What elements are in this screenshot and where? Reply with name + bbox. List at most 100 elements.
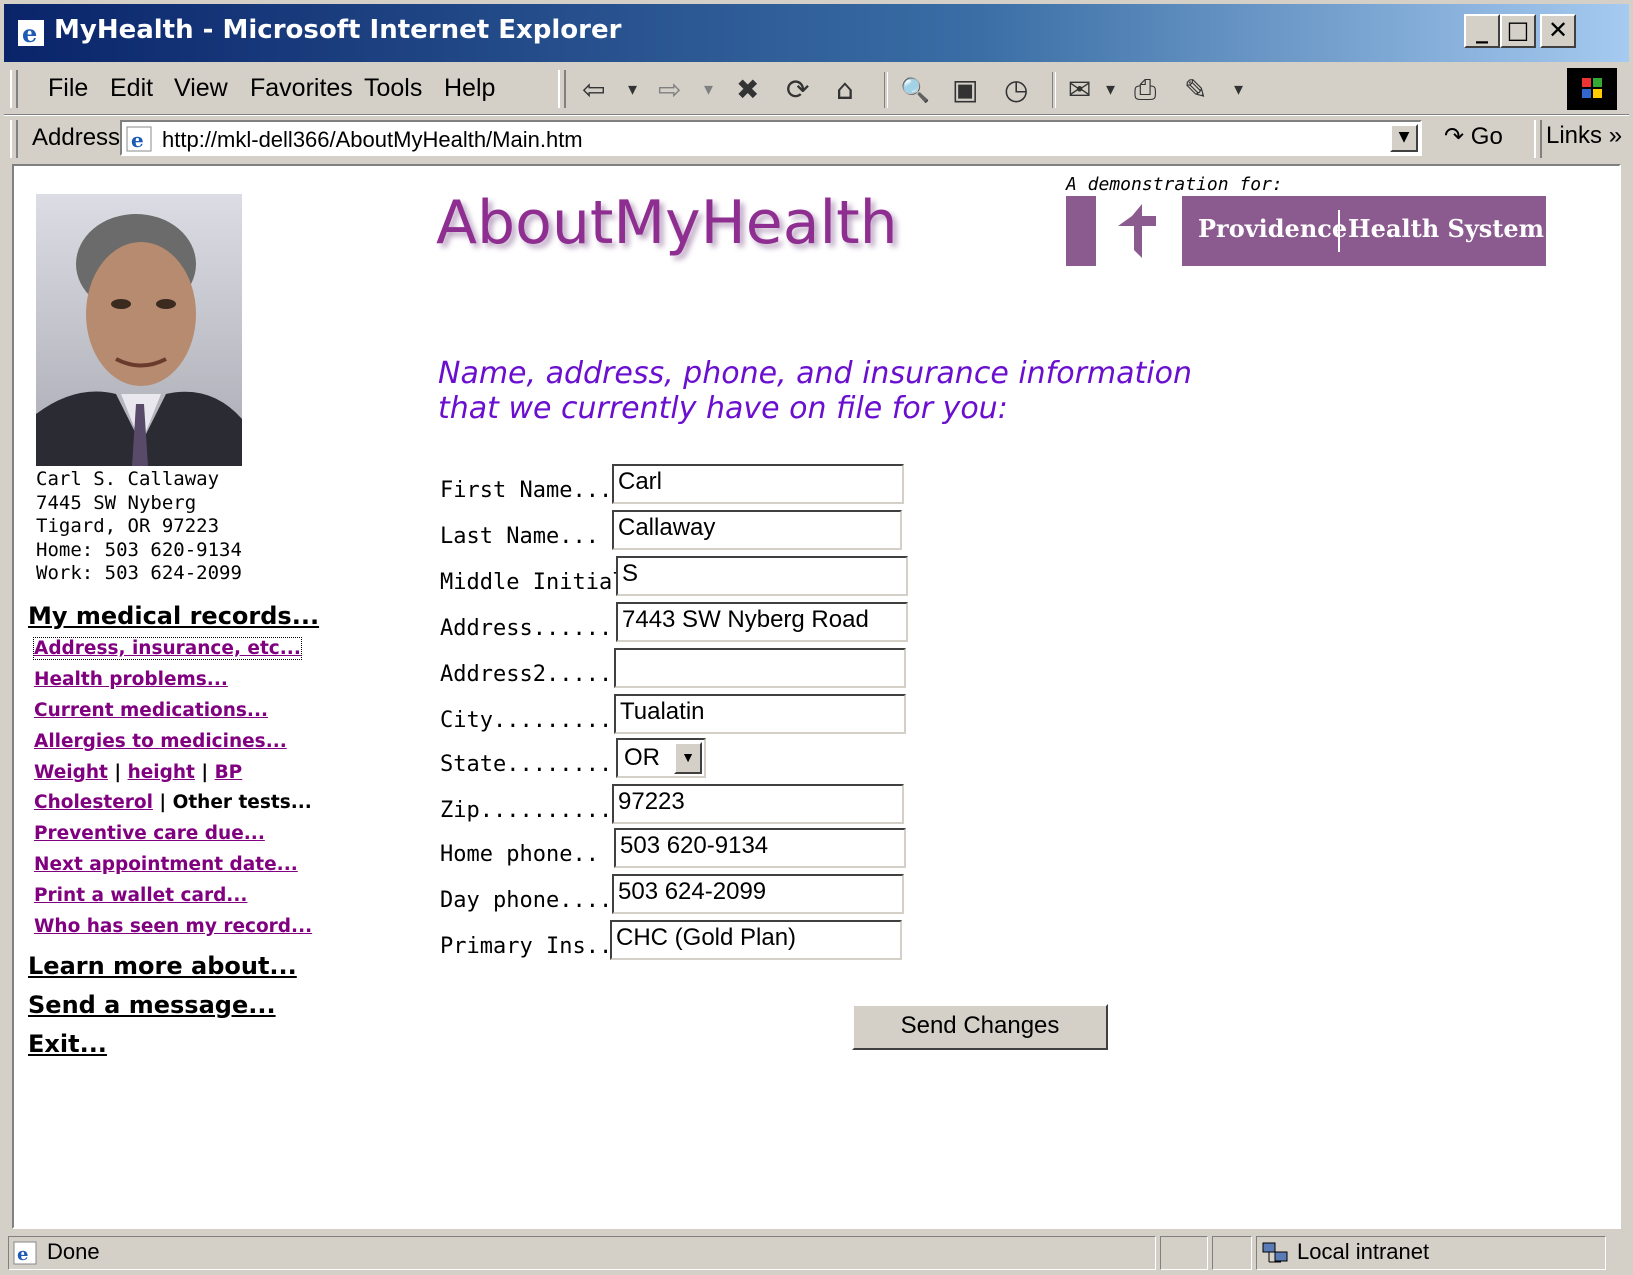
go-arrow-icon: ↷ — [1444, 123, 1465, 150]
page-done-icon: e — [13, 1241, 37, 1265]
status-pane-blank — [1212, 1236, 1252, 1270]
window-title: MyHealth - Microsoft Internet Explorer — [54, 15, 622, 45]
address2-field[interactable] — [614, 648, 906, 688]
maximize-button[interactable]: □ — [1500, 14, 1536, 48]
mail-dropdown-icon[interactable]: ▾ — [1106, 74, 1115, 106]
org-logo-divider — [1338, 210, 1340, 252]
toolbar-separator — [1052, 72, 1056, 108]
favorites-icon[interactable]: ▣ — [952, 74, 978, 106]
status-pane-blank — [1160, 1236, 1208, 1270]
nav-allergies[interactable]: Allergies to medicines... — [34, 731, 287, 752]
zip-field[interactable]: 97223 — [612, 784, 904, 824]
mail-icon[interactable]: ✉ — [1068, 74, 1091, 106]
nav-vitals-row: Weight | height | BP — [34, 762, 242, 783]
nav-weight[interactable]: Weight — [34, 762, 108, 783]
go-button[interactable]: ↷ Go — [1444, 122, 1503, 151]
address-grip[interactable] — [10, 120, 18, 158]
address2-label: Address2..... — [440, 662, 613, 687]
primary-ins-label: Primary Ins... — [440, 934, 626, 959]
patient-info: Carl S. Callaway 7445 SW Nyberg Tigard, OR… — [36, 468, 242, 586]
windows-logo-icon — [1567, 68, 1617, 110]
edit-icon[interactable]: ✎ — [1184, 74, 1207, 106]
nav-other-tests[interactable]: Other tests... — [173, 792, 312, 813]
org-logo: Providence Health System — [1182, 196, 1546, 266]
nav-height[interactable]: height — [128, 762, 195, 783]
patient-street: 7445 SW Nyberg — [36, 491, 197, 514]
back-dropdown-icon[interactable]: ▾ — [628, 74, 637, 106]
nav-bp[interactable]: BP — [215, 762, 243, 783]
nav-print-wallet-card[interactable]: Print a wallet card... — [34, 885, 247, 906]
nav-send-message[interactable]: Send a message... — [28, 991, 276, 1019]
menu-view[interactable]: View — [174, 74, 228, 103]
nav-learn-more[interactable]: Learn more about... — [28, 952, 297, 980]
menu-edit[interactable]: Edit — [110, 74, 153, 103]
nav-pipe: | — [201, 762, 209, 783]
nav-exit[interactable]: Exit... — [28, 1030, 107, 1058]
status-text: Done — [47, 1239, 100, 1264]
day-phone-label: Day phone.... — [440, 888, 613, 913]
day-phone-field[interactable]: 503 624-2099 — [612, 874, 904, 914]
stop-icon[interactable]: ✖ — [736, 74, 759, 106]
toolbar-grip[interactable] — [558, 70, 566, 108]
menu-favorites[interactable]: Favorites — [250, 74, 353, 103]
address-field[interactable]: 7443 SW Nyberg Road — [616, 602, 908, 642]
minimize-button[interactable]: _ — [1464, 14, 1500, 48]
patient-work-phone: Work: 503 624-2099 — [36, 562, 242, 584]
nav-who-has-seen[interactable]: Who has seen my record... — [34, 916, 312, 937]
nav-health-problems[interactable]: Health problems... — [34, 669, 228, 690]
svg-text:e: e — [22, 19, 37, 48]
first-name-field[interactable]: Carl — [612, 464, 904, 504]
page-content: Carl S. Callaway 7445 SW Nyberg Tigard, OR… — [12, 164, 1621, 1229]
state-label: State.......... — [440, 752, 639, 777]
patient-home-phone: Home: 503 620-9134 — [36, 538, 242, 561]
menu-file[interactable]: File — [48, 74, 88, 103]
menu-tools[interactable]: Tools — [364, 74, 422, 103]
menu-help[interactable]: Help — [444, 74, 495, 103]
print-icon[interactable]: ⎙ — [1134, 74, 1156, 106]
primary-ins-field[interactable]: CHC (Gold Plan) — [610, 920, 902, 960]
first-name-label: First Name... — [440, 478, 613, 503]
refresh-icon[interactable]: ⟳ — [786, 74, 809, 106]
search-icon[interactable]: 🔍 — [900, 74, 930, 106]
nav-address-insurance[interactable]: Address, insurance, etc... — [33, 637, 302, 660]
nav-next-appointment[interactable]: Next appointment date... — [34, 854, 298, 875]
site-logo-title: AboutMyHealth — [436, 188, 898, 258]
forward-dropdown-icon[interactable]: ▾ — [704, 74, 713, 106]
nav-my-medical-records[interactable]: My medical records... — [28, 602, 319, 630]
forward-icon[interactable]: ⇨ — [658, 74, 681, 106]
address-url: http://mkl-dell366/AboutMyHealth/Main.ht… — [162, 127, 583, 152]
nav-cholesterol[interactable]: Cholesterol — [34, 792, 153, 813]
form-heading-line2: that we currently have on file for you: — [438, 391, 1008, 426]
edit-dropdown-icon[interactable]: ▾ — [1234, 74, 1243, 106]
status-zone-pane: Local intranet — [1256, 1236, 1606, 1270]
home-icon[interactable]: ⌂ — [836, 74, 854, 106]
org-name-part2: Health System — [1348, 214, 1545, 243]
org-logo-bar — [1066, 196, 1096, 266]
address-dropdown-icon[interactable]: ▼ — [1390, 124, 1418, 152]
demo-label: A demonstration for: — [1066, 174, 1283, 195]
menu-grip[interactable] — [10, 70, 18, 108]
state-dropdown-icon[interactable]: ▼ — [674, 742, 702, 774]
title-bar: e MyHealth - Microsoft Internet Explorer… — [4, 4, 1629, 62]
form-heading: Name, address, phone, and insurance info… — [438, 356, 1192, 426]
home-phone-label: Home phone.. — [440, 842, 599, 867]
home-phone-field[interactable]: 503 620-9134 — [614, 828, 906, 868]
send-changes-button[interactable]: Send Changes — [852, 1004, 1108, 1050]
status-main-pane: e Done — [8, 1236, 1156, 1270]
address-label: Address — [32, 124, 121, 151]
nav-tests-row: Cholesterol | Other tests... — [34, 792, 312, 813]
middle-initial-field[interactable]: S — [616, 556, 908, 596]
address-input[interactable]: e http://mkl-dell366/AboutMyHealth/Main.… — [120, 120, 1422, 156]
patient-name: Carl S. Callaway — [36, 468, 220, 490]
history-icon[interactable]: ◷ — [1004, 74, 1028, 106]
links-grip[interactable] — [1534, 120, 1542, 158]
state-select[interactable]: OR ▼ — [616, 738, 706, 778]
links-button[interactable]: Links » — [1546, 122, 1622, 150]
page-icon: e — [126, 126, 152, 152]
nav-current-medications[interactable]: Current medications... — [34, 700, 268, 721]
last-name-field[interactable]: Callaway — [612, 510, 902, 550]
nav-preventive-care[interactable]: Preventive care due... — [34, 823, 265, 844]
back-icon[interactable]: ⇦ — [582, 74, 605, 106]
city-field[interactable]: Tualatin — [614, 694, 906, 734]
close-button[interactable]: ✕ — [1540, 14, 1576, 48]
